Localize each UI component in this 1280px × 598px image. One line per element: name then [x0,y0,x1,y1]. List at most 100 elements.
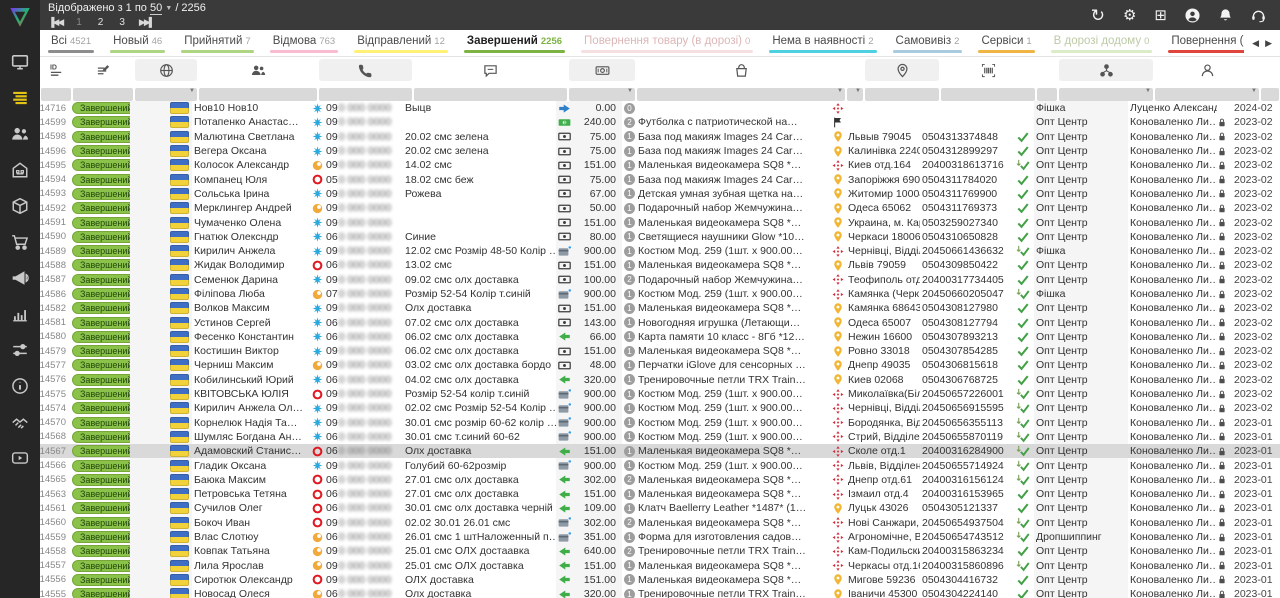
page-button-3[interactable]: 3 [119,17,125,28]
table-row[interactable]: 514574 Завершений Кирилич Анжела Ол… 090… [40,401,1280,415]
tab-out-of-stock[interactable]: Нема в наявності2 [761,30,884,56]
sidebar-item-partners[interactable] [0,404,40,440]
app-logo-icon[interactable] [7,5,33,34]
filter-product-input[interactable] [637,88,845,101]
tabs-scroll-right-icon[interactable]: ▶ [1265,38,1272,49]
table-row[interactable]: 514596 Завершений Вегера Оксана 090 000 … [40,144,1280,158]
table-row[interactable]: 514580 Завершений Фесенко Константин 060… [40,330,1280,344]
column-header-id[interactable] [41,59,71,81]
first-page-button[interactable]: ▐◀◀ [48,17,62,28]
profile-icon[interactable] [1185,8,1200,23]
sidebar-item-clients[interactable] [0,116,40,152]
column-header-delivery[interactable] [847,59,863,81]
table-row[interactable]: 514576 Завершений Кобилинський Юрий 060 … [40,373,1280,387]
tab-on-way-home[interactable]: В дорозі додому0 [1043,30,1161,56]
sidebar-item-dashboard[interactable] [0,44,40,80]
table-row[interactable]: 514590 Завершений Гнатюк Олексндр 060 00… [40,230,1280,244]
sidebar-item-products[interactable] [0,188,40,224]
filter-ttn-input[interactable] [941,88,1035,101]
column-header-payment[interactable] [569,59,635,81]
column-header-source[interactable] [1059,59,1153,81]
filter-source-input[interactable] [1059,88,1153,101]
filter-status-input[interactable] [73,88,133,101]
column-header-client[interactable] [199,59,317,81]
column-header-comment[interactable] [414,59,567,81]
per-page-select[interactable]: 50 [150,2,162,15]
table-row[interactable]: 514557 Завершений Лила Ярослав 090 000 0… [40,559,1280,573]
tab-new[interactable]: Новый46 [102,30,173,56]
column-header-ttn[interactable] [941,59,1035,81]
filter-comment-input[interactable] [414,88,567,101]
table-row[interactable]: 514582 Завершений Волков Максим 090 000 … [40,301,1280,315]
table-row[interactable]: 514559 Завершений Влас Слотюу 060 000 00… [40,530,1280,544]
table-row[interactable]: 514563 Завершений Петровська Тетяна 060 … [40,487,1280,501]
table-row[interactable]: 514587 Завершений Семенюк Дарина 090 000… [40,273,1280,287]
notifications-bell-icon[interactable] [1218,8,1233,23]
last-page-button[interactable]: ▶▶▌ [139,17,153,28]
filter-payment-input[interactable] [569,88,635,101]
column-header-check[interactable] [1037,59,1057,81]
column-header-manager[interactable] [1155,59,1259,81]
sidebar-item-tutorials[interactable] [0,440,40,476]
filter-city-input[interactable] [865,88,939,101]
sidebar-item-purchases[interactable] [0,224,40,260]
table-row[interactable]: 514598 Завершений Малютина Светлана 090 … [40,130,1280,144]
table-row[interactable]: 514586 Завершений Філіпова Люба 070 000 … [40,287,1280,301]
tab-accepted[interactable]: Прийнятий7 [173,30,262,56]
table-row[interactable]: 514579 Завершений Костишин Виктор 090 00… [40,344,1280,358]
table-row[interactable]: 514568 Завершений Шумляс Богдана Ан… 060… [40,430,1280,444]
tab-return-completed[interactable]: Повернення (завершений)125 [1160,30,1244,56]
table-row[interactable]: 514560 Завершений Бокоч Иван 090 000 000… [40,516,1280,530]
column-header-product[interactable] [637,59,845,81]
table-row[interactable]: 514588 Завершений Жидак Володимир 060 00… [40,258,1280,272]
sidebar-item-info[interactable] [0,368,40,404]
table-row[interactable]: 514599 Завершений Потапенко Анастас… 090… [40,115,1280,129]
tab-declined[interactable]: Відмова763 [262,30,346,56]
tab-pickup[interactable]: Самовивіз2 [885,30,971,56]
table-row[interactable]: 514595 Завершений Колосок Александр 090 … [40,158,1280,172]
tab-shipped[interactable]: Відправлений12 [346,30,456,56]
table-row[interactable]: 514575 Завершений КВІТОВСЬКА ЮЛІЯ 090 00… [40,387,1280,401]
table-row[interactable]: 514593 Завершений Сольська Ірина 090 000… [40,187,1280,201]
sidebar-item-automation[interactable] [0,332,40,368]
table-row[interactable]: 514591 Завершений Чумаченко Олена 090 00… [40,215,1280,229]
table-row[interactable]: 514555 Завершений Новосад Олеся 060 000 … [40,587,1280,598]
filter-id-input[interactable] [41,88,71,101]
column-header-date[interactable] [1261,59,1279,81]
filter-date-input[interactable] [1261,88,1279,101]
table-row[interactable]: 514577 Завершений Черниш Максим 090 000 … [40,358,1280,372]
table-row[interactable]: 514567 Завершений Адамовский Станис… 060… [40,444,1280,458]
tabs-scroll-left-icon[interactable]: ◀ [1252,38,1259,49]
filter-country-input[interactable] [135,88,197,101]
per-page-caret-icon[interactable]: ▼ [165,5,172,12]
table-row[interactable]: 514570 Завершений Корнелюк Надія Та… 090… [40,416,1280,430]
table-row[interactable]: 514561 Завершений Сучилов Олег 060 000 0… [40,501,1280,515]
tab-return-transit[interactable]: Повернення товару (в дорозі)0 [573,30,761,56]
support-headset-icon[interactable] [1251,8,1266,23]
tab-services[interactable]: Сервіси1 [970,30,1042,56]
table-row[interactable]: 514592 Завершений Мерклингер Андрей 090 … [40,201,1280,215]
column-header-country[interactable] [135,59,197,81]
sidebar-item-statistics[interactable] [0,296,40,332]
sidebar-item-showcase[interactable] [0,152,40,188]
page-button-1[interactable]: 1 [76,17,82,28]
filter-delivery-input[interactable] [847,88,863,101]
page-button-2[interactable]: 2 [98,17,104,28]
table-row[interactable]: 514556 Завершений Сиротюк Олександр 090 … [40,573,1280,587]
sidebar-item-marketing[interactable] [0,260,40,296]
filter-manager-input[interactable] [1155,88,1259,101]
table-row[interactable]: 514594 Завершений Компанец Юля 050 000 0… [40,172,1280,186]
tab-completed[interactable]: Завершений2256 [456,30,573,56]
table-row[interactable]: 514566 Завершений Гладик Оксана 090 000 … [40,458,1280,472]
refresh-icon[interactable]: ↻ [1091,7,1105,24]
table-row[interactable]: 514565 Завершений Баюка Максим 060 000 0… [40,473,1280,487]
gear-icon[interactable]: ⚙ [1123,8,1136,23]
table-row[interactable]: 514589 Завершений Кирилич Анжела 090 000… [40,244,1280,258]
tab-all[interactable]: Всі4521 [40,30,102,56]
filter-client-input[interactable] [199,88,317,101]
sidebar-item-orders[interactable] [0,80,40,116]
column-header-city[interactable] [865,59,939,81]
column-header-status[interactable] [73,59,133,81]
column-header-phone[interactable] [319,59,412,81]
table-row[interactable]: 514558 Завершений Ковпак Татьяна 090 000… [40,544,1280,558]
